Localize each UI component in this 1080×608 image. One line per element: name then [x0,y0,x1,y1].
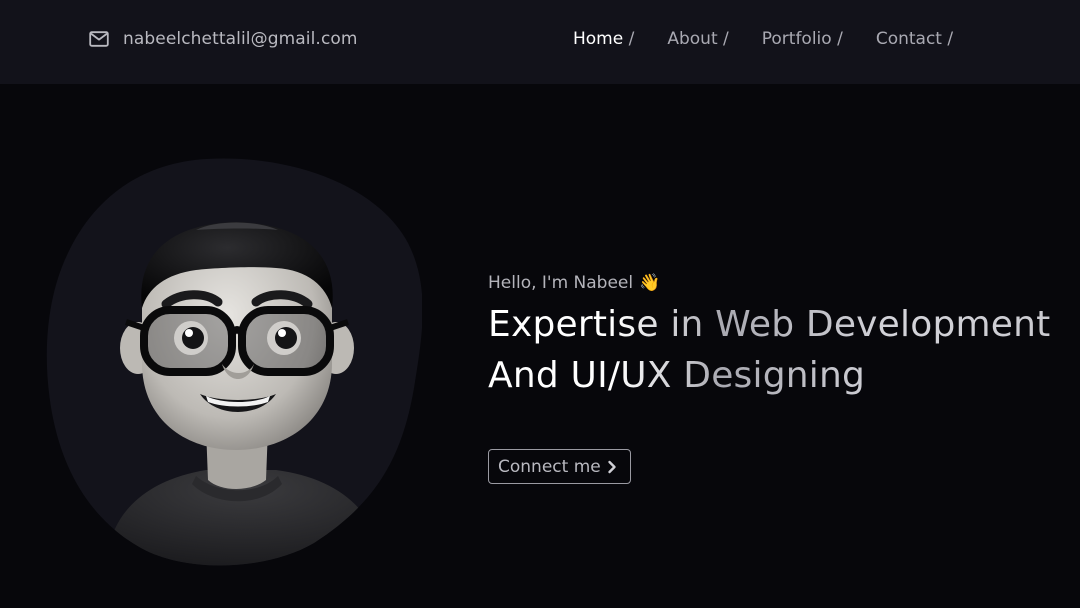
main-nav: Home / About / Portfolio / Contact / [573,26,953,52]
nav-portfolio-label: Portfolio [761,29,832,49]
nav-about[interactable]: About / [667,29,728,49]
top-header: nabeelchettalil@gmail.com Home / About /… [0,0,1080,84]
nav-contact[interactable]: Contact / [876,29,953,49]
hero-section: Hello, I'm Nabeel 👋 Expertise in Web Dev… [488,270,1068,485]
email-link[interactable]: nabeelchettalil@gmail.com [89,26,358,52]
nav-portfolio[interactable]: Portfolio / [762,29,843,49]
nav-separator: / [723,29,729,49]
nav-home-label: Home [573,29,624,49]
nav-separator: / [628,29,635,49]
nav-separator: / [837,29,843,49]
greeting: Hello, I'm Nabeel 👋 [488,270,1068,296]
waving-hand-icon: 👋 [639,273,661,293]
headline-line-1: Expertise in Web Development [488,304,1051,345]
email-text: nabeelchettalil@gmail.com [123,29,358,49]
nav-home[interactable]: Home / [573,29,634,49]
connect-me-label: Connect me [498,456,601,477]
chevron-right-icon [608,460,616,473]
mail-icon [89,31,109,47]
connect-me-button[interactable]: Connect me [488,449,631,485]
nav-separator: / [947,29,954,49]
greeting-text: Hello, I'm Nabeel [488,273,634,293]
nav-contact-label: Contact [875,29,942,49]
headline-line-2: And UI/UX Designing [488,355,866,396]
avatar-blob [46,158,422,566]
hero-headline: Expertise in Web Development And UI/UX D… [488,299,1068,401]
portfolio-page: nabeelchettalil@gmail.com Home / About /… [0,0,1080,608]
nav-about-label: About [667,29,718,49]
